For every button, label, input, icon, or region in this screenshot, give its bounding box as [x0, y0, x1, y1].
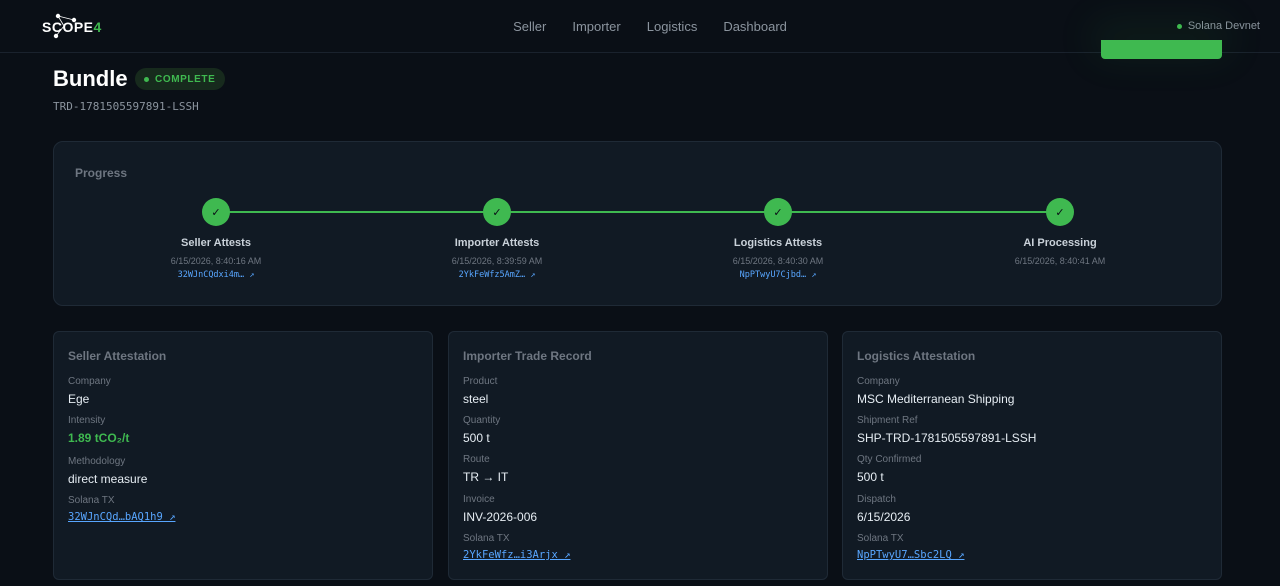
field-label: Methodology [68, 456, 126, 467]
step-tx-link[interactable]: 2YkFeWfz5AmZ… ↗ [397, 270, 597, 280]
status-text: COMPLETE [155, 73, 216, 85]
step-logistics: ✓ Logistics Attests 6/15/2026, 8:40:30 A… [678, 198, 878, 280]
field-value: SHP-TRD-1781505597891-LSSH [857, 431, 1037, 445]
progress-card: Progress ✓ Seller Attests 6/15/2026, 8:4… [53, 141, 1222, 306]
field-label: Qty Confirmed [857, 454, 922, 465]
nav-seller[interactable]: Seller [513, 19, 546, 34]
step-name: Seller Attests [181, 237, 251, 249]
field-label: Solana TX [463, 533, 510, 544]
field-label: Solana TX [68, 495, 115, 506]
field-label: Shipment Ref [857, 415, 918, 426]
page-title: Bundle [53, 66, 128, 91]
field-solana-tx: Solana TX NpPTwyU7…Sbc2LQ ↗ [857, 533, 964, 561]
network-status-dot [1176, 23, 1182, 29]
seller-attestation-card: Seller Attestation Company Ege Intensity… [53, 331, 433, 580]
step-name: AI Processing [1023, 237, 1097, 249]
card-title: Logistics Attestation [857, 349, 976, 363]
step-tx-link[interactable]: NpPTwyU7Cjbd… ↗ [678, 270, 878, 280]
step-tx-link[interactable]: 32WJnCQdxi4m… ↗ [116, 270, 316, 280]
field-quantity: Quantity 500 t [463, 415, 500, 445]
tx-link[interactable]: 32WJnCQd…bAQ1h9 ↗ [68, 511, 175, 523]
field-qty-confirmed: Qty Confirmed 500 t [857, 454, 921, 484]
field-invoice: Invoice INV-2026-006 [463, 494, 537, 524]
field-company: Company Ege [68, 376, 111, 406]
importer-trade-card: Importer Trade Record Product steel Quan… [448, 331, 828, 580]
field-label: Quantity [463, 415, 501, 426]
field-label: Route [463, 454, 490, 465]
check-icon: ✓ [1046, 198, 1074, 226]
step-time: 6/15/2026, 8:39:59 AM [451, 256, 543, 266]
field-value: 500 t [463, 431, 490, 445]
step-time: 6/15/2026, 8:40:41 AM [1014, 256, 1106, 266]
field-label: Product [463, 376, 498, 387]
field-dispatch: Dispatch 6/15/2026 [857, 494, 910, 524]
field-route: Route TR → IT [463, 454, 508, 484]
field-label: Dispatch [857, 494, 896, 505]
nav-importer[interactable]: Importer [572, 19, 620, 34]
card-title: Seller Attestation [68, 349, 167, 363]
field-intensity: Intensity 1.89 tCO₂/t [68, 415, 129, 445]
action-button[interactable] [1101, 40, 1222, 59]
field-company: Company MSC Mediterranean Shipping [857, 376, 1014, 406]
field-value: 6/15/2026 [857, 510, 911, 524]
field-solana-tx: Solana TX 32WJnCQd…bAQ1h9 ↗ [68, 495, 175, 523]
check-icon: ✓ [483, 198, 511, 226]
status-badge: COMPLETE [135, 68, 226, 90]
step-time: 6/15/2026, 8:40:16 AM [170, 256, 262, 266]
logistics-attestation-card: Logistics Attestation Company MSC Medite… [842, 331, 1222, 580]
field-value: 1.89 tCO₂/t [68, 431, 130, 445]
field-label: Solana TX [857, 533, 904, 544]
field-value: direct measure [68, 472, 148, 486]
field-value: INV-2026-006 [463, 510, 538, 524]
step-name: Importer Attests [454, 237, 540, 249]
step-name: Logistics Attests [733, 237, 823, 249]
tx-link[interactable]: NpPTwyU7…Sbc2LQ ↗ [857, 549, 964, 561]
field-value: steel [463, 392, 489, 406]
check-icon: ✓ [764, 198, 792, 226]
field-value: TR → IT [463, 470, 509, 484]
step-seller: ✓ Seller Attests 6/15/2026, 8:40:16 AM 3… [116, 198, 316, 280]
tx-link[interactable]: 2YkFeWfz…i3Arjx ↗ [463, 549, 570, 561]
network-indicator: Solana Devnet [1176, 20, 1260, 32]
progress-track [216, 211, 1060, 213]
status-dot [144, 76, 149, 82]
card-title: Importer Trade Record [463, 349, 592, 363]
field-shipment-ref: Shipment Ref SHP-TRD-1781505597891-LSSH [857, 415, 1036, 445]
nav-dashboard[interactable]: Dashboard [723, 19, 787, 34]
field-value: MSC Mediterranean Shipping [857, 392, 1015, 406]
main-nav: Seller Importer Logistics Dashboard [0, 0, 1280, 53]
field-label: Company [68, 376, 111, 387]
field-product: Product steel [463, 376, 497, 406]
field-label: Company [857, 376, 900, 387]
nav-logistics[interactable]: Logistics [647, 19, 698, 34]
network-name: Solana Devnet [1187, 20, 1260, 32]
trade-id: TRD-1781505597891-LSSH [53, 100, 199, 113]
field-value: 500 t [857, 470, 884, 484]
field-value: Ege [68, 392, 90, 406]
step-importer: ✓ Importer Attests 6/15/2026, 8:39:59 AM… [397, 198, 597, 280]
field-methodology: Methodology direct measure [68, 456, 147, 486]
step-time: 6/15/2026, 8:40:30 AM [732, 256, 824, 266]
step-ai-processing: ✓ AI Processing 6/15/2026, 8:40:41 AM [960, 198, 1160, 266]
top-bar: SCOPE 4 Seller Importer Logistics Dashboa… [0, 0, 1280, 53]
field-label: Invoice [463, 494, 495, 505]
field-label: Intensity [68, 415, 106, 426]
check-icon: ✓ [202, 198, 230, 226]
field-solana-tx: Solana TX 2YkFeWfz…i3Arjx ↗ [463, 533, 570, 561]
progress-label: Progress [75, 166, 128, 180]
